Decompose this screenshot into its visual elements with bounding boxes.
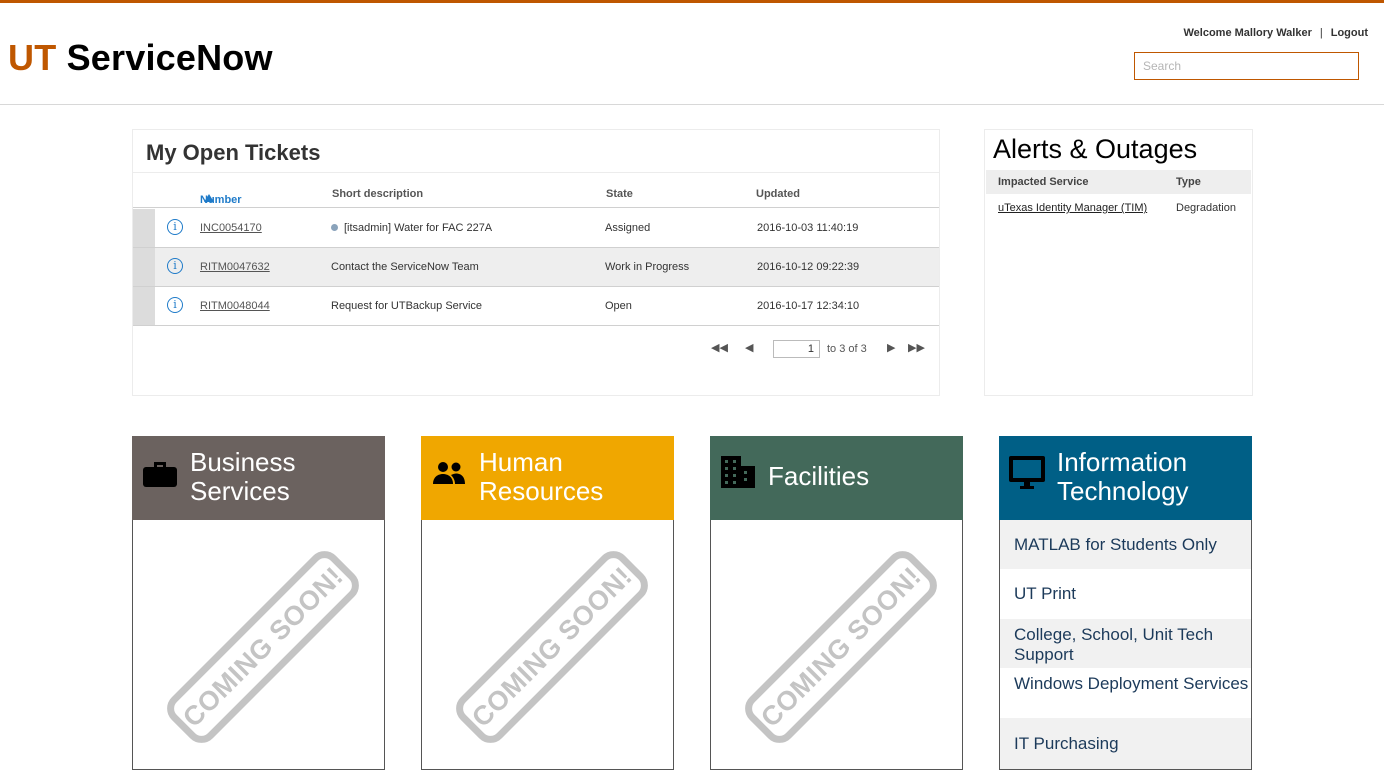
info-icon[interactable]: i [167, 297, 183, 313]
building-icon [721, 456, 755, 488]
header: UT ServiceNow Welcome Mallory Walker | Log… [0, 3, 1384, 105]
ticket-number-link[interactable]: RITM0047632 [200, 261, 270, 273]
ticket-description: Request for UTBackup Service [331, 300, 483, 312]
next-page-button[interactable]: ▶ [887, 341, 895, 354]
alerts-title: Alerts & Outages [993, 134, 1198, 164]
row-gutter [133, 287, 155, 325]
card-title-line2: Resources [479, 476, 604, 506]
column-impacted-service: Impacted Service [998, 176, 1089, 188]
impacted-service-link[interactable]: uTexas Identity Manager (TIM) [998, 202, 1147, 214]
card-facilities: Facilities COMING SOON! [710, 436, 963, 770]
info-icon[interactable]: i [167, 219, 183, 235]
ticket-updated: 2016-10-12 09:22:39 [757, 261, 860, 273]
card-body: COMING SOON! [132, 520, 385, 770]
tickets-table-header: Number Short description State Updated [133, 182, 939, 208]
alert-row: uTexas Identity Manager (TIM) Degradatio… [986, 196, 1251, 218]
alert-type: Degradation [1176, 202, 1236, 214]
column-state[interactable]: State [606, 188, 633, 200]
first-page-button[interactable]: ◀◀ [711, 341, 728, 354]
card-body: COMING SOON! [421, 520, 674, 770]
card-body: COMING SOON! [710, 520, 963, 770]
logout-link[interactable]: Logout [1331, 27, 1368, 39]
previous-page-button[interactable]: ◀ [745, 341, 753, 354]
card-title-line1: Information [1057, 447, 1188, 477]
ticket-description: [itsadmin] Water for FAC 227A [331, 222, 492, 234]
column-short-description[interactable]: Short description [332, 188, 423, 200]
people-icon [433, 462, 465, 484]
card-title-line1: Facilities [768, 461, 870, 491]
logo-name: ServiceNow [66, 37, 273, 78]
it-service-list: MATLAB for Students Only UT Print Colleg… [999, 520, 1252, 770]
list-item[interactable]: IT Purchasing [1000, 718, 1251, 769]
status-dot-icon [331, 224, 338, 231]
table-row[interactable]: i RITM0047632 Contact the ServiceNow Tea… [133, 248, 939, 287]
alerts-table-header: Impacted Service Type [986, 170, 1251, 194]
coming-soon-stamp: COMING SOON! [449, 544, 655, 750]
sort-ascending-icon [204, 194, 214, 202]
page-count-text: to 3 of 3 [827, 343, 867, 355]
ticket-state: Assigned [605, 222, 651, 234]
last-page-button[interactable]: ▶▶ [908, 341, 925, 354]
card-information-technology: Information Technology MATLAB for Studen… [999, 436, 1252, 770]
card-title-line2: Services [190, 476, 290, 506]
search-input[interactable] [1134, 52, 1359, 80]
ticket-state: Work in Progress [605, 261, 690, 273]
page-number-input[interactable] [773, 340, 820, 358]
column-updated[interactable]: Updated [756, 188, 800, 200]
ticket-updated: 2016-10-17 12:34:10 [757, 300, 860, 312]
coming-soon-stamp: COMING SOON! [160, 544, 366, 750]
card-information-technology-header[interactable]: Information Technology [999, 436, 1252, 520]
user-bar-separator: | [1319, 27, 1323, 39]
list-item[interactable]: College, School, Unit Tech Support [1000, 619, 1251, 668]
site-logo[interactable]: UT ServiceNow [8, 37, 273, 79]
column-type: Type [1176, 176, 1201, 188]
ticket-number-link[interactable]: INC0054170 [200, 222, 262, 234]
table-row[interactable]: i INC0054170 [itsadmin] Water for FAC 22… [133, 209, 939, 248]
ticket-description: Contact the ServiceNow Team [331, 261, 479, 273]
divider [133, 172, 939, 173]
list-item[interactable]: UT Print [1000, 569, 1251, 619]
briefcase-icon [143, 462, 177, 487]
ticket-number-link[interactable]: RITM0048044 [200, 300, 270, 312]
card-title-line1: Business [190, 447, 296, 477]
row-gutter [133, 209, 155, 247]
welcome-text: Welcome Mallory Walker [1183, 27, 1312, 39]
card-facilities-header[interactable]: Facilities [710, 436, 963, 520]
card-title-line1: Human [479, 447, 563, 477]
ticket-state: Open [605, 300, 632, 312]
ticket-description-text: [itsadmin] Water for FAC 227A [344, 222, 493, 234]
list-item[interactable]: Windows Deployment Services [1000, 668, 1251, 718]
row-gutter [133, 248, 155, 286]
card-business-services-header[interactable]: Business Services [132, 436, 385, 520]
user-bar: Welcome Mallory Walker | Logout [1183, 27, 1368, 39]
card-business-services: Business Services COMING SOON! [132, 436, 385, 770]
table-row[interactable]: i RITM0048044 Request for UTBackup Servi… [133, 287, 939, 326]
open-tickets-title: My Open Tickets [146, 140, 321, 165]
monitor-icon [1009, 456, 1045, 489]
coming-soon-stamp: COMING SOON! [738, 544, 944, 750]
alerts-panel: Alerts & Outages Impacted Service Type u… [984, 129, 1253, 396]
ticket-updated: 2016-10-03 11:40:19 [757, 222, 859, 234]
open-tickets-panel: My Open Tickets Number Short description… [132, 129, 940, 396]
logo-prefix: UT [8, 37, 57, 78]
info-icon[interactable]: i [167, 258, 183, 274]
card-human-resources-header[interactable]: Human Resources [421, 436, 674, 520]
card-human-resources: Human Resources COMING SOON! [421, 436, 674, 770]
card-title-line2: Technology [1057, 476, 1189, 506]
list-item[interactable]: MATLAB for Students Only [1000, 520, 1251, 569]
